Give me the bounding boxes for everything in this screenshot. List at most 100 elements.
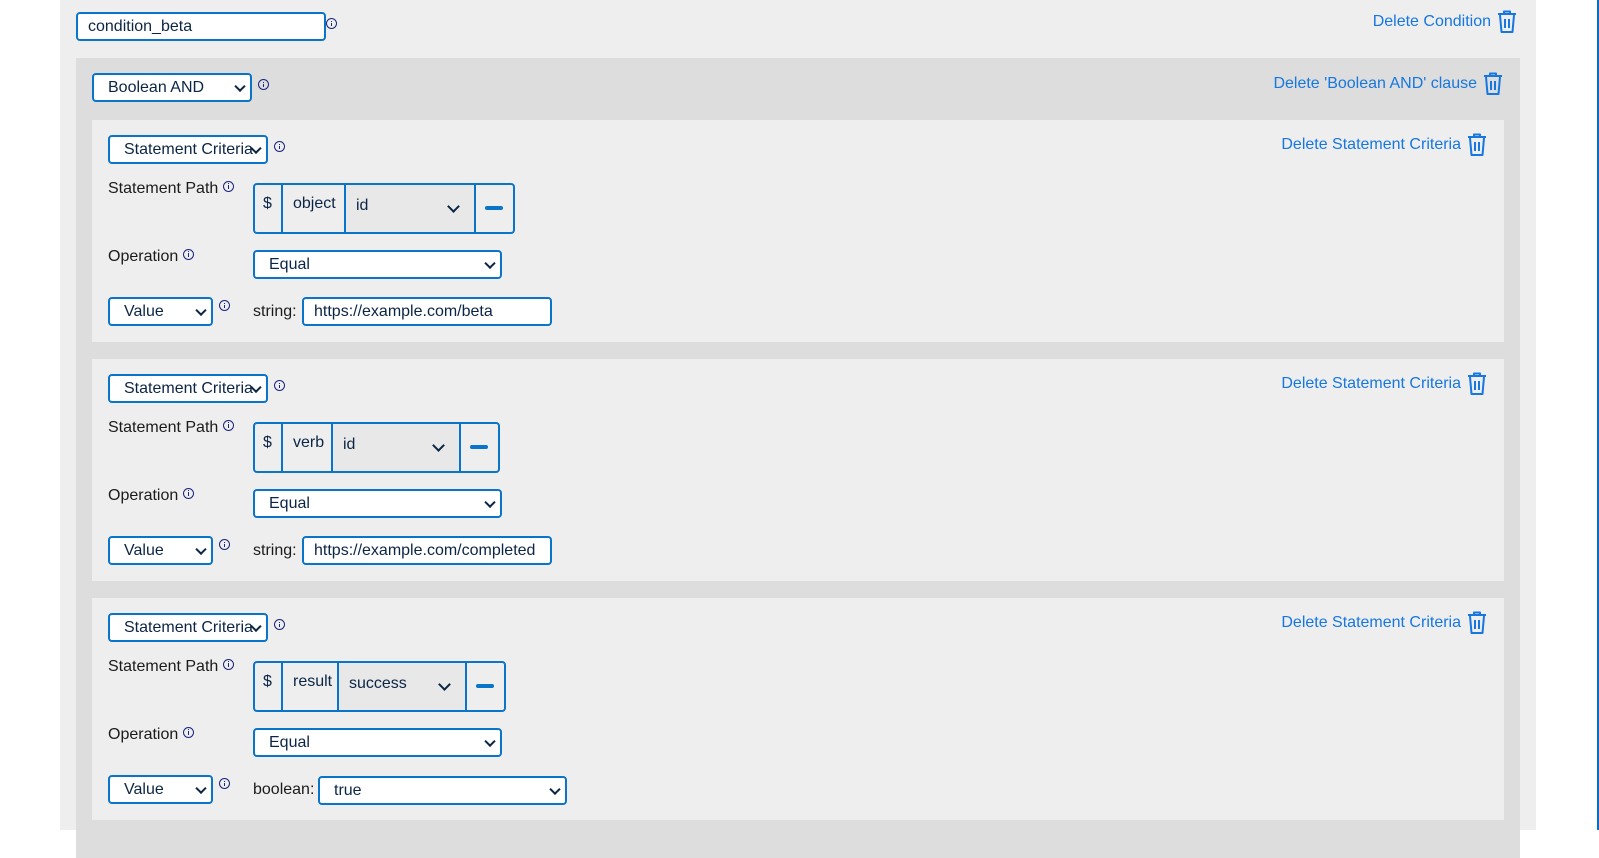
info-icon[interactable]: [183, 726, 195, 738]
info-icon[interactable]: [223, 419, 235, 431]
info-icon[interactable]: [223, 180, 235, 192]
statement-criteria-card: Statement Criteria Delete Statement Crit…: [92, 120, 1504, 342]
delete-clause-button[interactable]: Delete 'Boolean AND' clause: [1273, 72, 1504, 96]
criteria-type-value: Statement Criteria: [124, 618, 253, 636]
boolean-value-select[interactable]: true: [318, 776, 567, 805]
operation-value: Equal: [269, 733, 310, 751]
info-icon[interactable]: [183, 487, 195, 499]
remove-path-segment-button[interactable]: [467, 663, 504, 710]
statement-path-text: Statement Path: [108, 658, 219, 675]
path-root-segment: $: [255, 663, 283, 710]
operation-select[interactable]: Equal: [253, 728, 502, 757]
statement-path-builder: $ verb id: [253, 422, 500, 473]
criteria-type-value: Statement Criteria: [124, 379, 253, 397]
boolean-and-clause: Boolean AND Delete 'Boolean AND' clause …: [76, 58, 1520, 858]
path-next-select[interactable]: success: [339, 663, 467, 710]
info-icon[interactable]: [326, 18, 337, 29]
statement-criteria-card: Statement Criteria Delete Statement Crit…: [92, 359, 1504, 581]
operation-text: Operation: [108, 487, 179, 504]
operation-value: Equal: [269, 255, 310, 273]
chevron-down-icon: [484, 735, 496, 747]
path-segment: result: [283, 663, 339, 710]
chevron-down-icon: [195, 543, 207, 555]
chevron-down-icon: [195, 304, 207, 316]
condition-panel: Delete Condition Boolean AND Delete 'Boo…: [60, 0, 1536, 858]
path-next-select[interactable]: id: [333, 424, 461, 471]
trash-icon: [1468, 611, 1486, 634]
info-icon[interactable]: [219, 778, 230, 789]
delete-criteria-button[interactable]: Delete Statement Criteria: [1281, 372, 1488, 396]
trash-icon: [1468, 372, 1486, 395]
value-mode-value: Value: [124, 541, 164, 559]
chevron-down-icon: [447, 200, 460, 213]
operation-select[interactable]: Equal: [253, 489, 502, 518]
value-mode-value: Value: [124, 302, 164, 320]
operation-value: Equal: [269, 494, 310, 512]
chevron-down-icon: [234, 80, 246, 92]
criteria-type-select[interactable]: Statement Criteria: [108, 374, 268, 403]
string-value-input[interactable]: [302, 536, 552, 565]
delete-criteria-button[interactable]: Delete Statement Criteria: [1281, 133, 1488, 157]
chevron-down-icon: [432, 439, 445, 452]
statement-path-builder: $ object id: [253, 183, 515, 234]
delete-criteria-label: Delete Statement Criteria: [1281, 375, 1461, 392]
criteria-type-select[interactable]: Statement Criteria: [108, 613, 268, 642]
info-icon[interactable]: [274, 380, 285, 391]
info-icon[interactable]: [219, 539, 230, 550]
trash-icon: [1468, 133, 1486, 156]
boolean-value: true: [334, 781, 362, 799]
operation-text: Operation: [108, 248, 179, 265]
path-next-value: success: [349, 675, 407, 692]
info-icon[interactable]: [223, 658, 235, 670]
value-mode-select[interactable]: Value: [108, 775, 213, 804]
trash-icon: [1498, 10, 1516, 33]
path-segment: verb: [283, 424, 333, 471]
statement-path-label: Statement Path: [108, 658, 235, 676]
delete-condition-label: Delete Condition: [1372, 13, 1491, 30]
operation-label: Operation: [108, 726, 195, 744]
operation-text: Operation: [108, 726, 179, 743]
clause-type-select[interactable]: Boolean AND: [92, 73, 252, 102]
path-root-segment: $: [255, 424, 283, 471]
chevron-down-icon: [484, 496, 496, 508]
statement-path-label: Statement Path: [108, 180, 235, 198]
operation-select[interactable]: Equal: [253, 250, 502, 279]
trash-icon: [1484, 72, 1502, 95]
path-root-segment: $: [255, 185, 283, 232]
statement-path-text: Statement Path: [108, 180, 219, 197]
chevron-down-icon: [549, 783, 561, 795]
delete-criteria-label: Delete Statement Criteria: [1281, 136, 1461, 153]
delete-clause-label: Delete 'Boolean AND' clause: [1273, 75, 1477, 92]
clause-type-value: Boolean AND: [108, 78, 205, 96]
statement-path-builder: $ result success: [253, 661, 506, 712]
criteria-type-select[interactable]: Statement Criteria: [108, 135, 268, 164]
delete-condition-button[interactable]: Delete Condition: [1373, 10, 1518, 34]
path-next-value: id: [343, 436, 356, 453]
value-mode-select[interactable]: Value: [108, 297, 213, 326]
chevron-down-icon: [438, 678, 451, 691]
value-mode-value: Value: [124, 780, 164, 798]
value-mode-select[interactable]: Value: [108, 536, 213, 565]
remove-path-segment-button[interactable]: [461, 424, 498, 471]
info-icon[interactable]: [274, 141, 285, 152]
info-icon[interactable]: [274, 619, 285, 630]
operation-label: Operation: [108, 487, 195, 505]
path-next-select[interactable]: id: [346, 185, 476, 232]
chevron-down-icon: [484, 257, 496, 269]
info-icon[interactable]: [219, 300, 230, 311]
info-icon[interactable]: [258, 79, 269, 90]
delete-criteria-button[interactable]: Delete Statement Criteria: [1281, 611, 1488, 635]
operation-label: Operation: [108, 248, 195, 266]
remove-path-segment-button[interactable]: [476, 185, 513, 232]
path-segment: object: [283, 185, 346, 232]
criteria-type-value: Statement Criteria: [124, 140, 253, 158]
path-next-value: id: [356, 197, 369, 214]
chevron-down-icon: [195, 782, 207, 794]
string-value-input[interactable]: [302, 297, 552, 326]
value-type-label: string:: [253, 303, 297, 320]
condition-name-input[interactable]: [76, 12, 326, 41]
delete-criteria-label: Delete Statement Criteria: [1281, 614, 1461, 631]
info-icon[interactable]: [183, 248, 195, 260]
value-type-label: string:: [253, 542, 297, 559]
value-type-label: boolean:: [253, 781, 315, 798]
